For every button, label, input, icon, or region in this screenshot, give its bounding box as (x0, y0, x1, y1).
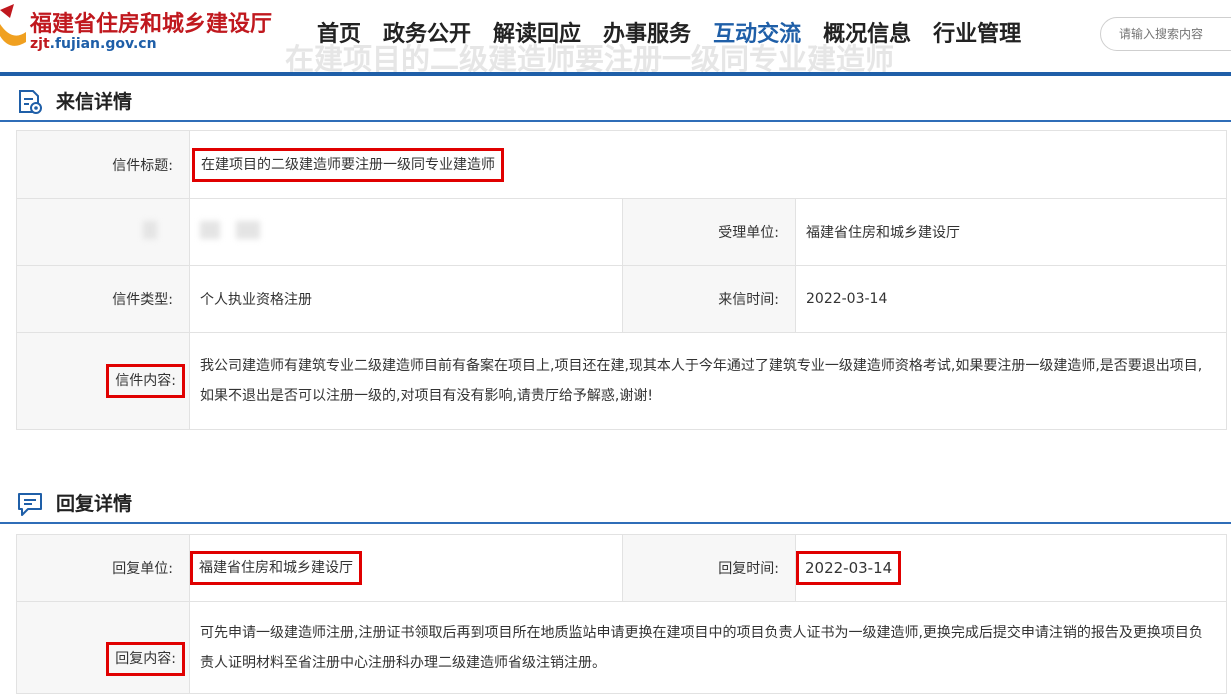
letter-content-label-cell: 信件内容: (16, 332, 190, 430)
reply-unit-cell: 福建省住房和城乡建设厅 (189, 534, 623, 602)
reply-table: 回复单位: 福建省住房和城乡建设厅 回复时间: 2022-03-14 回复内容:… (16, 534, 1227, 694)
redacted-text (236, 221, 260, 239)
site-name[interactable]: 福建省住房和城乡建设厅 (30, 6, 272, 38)
letter-content-cell: 我公司建造师有建筑专业二级建造师目前有备案在项目上,项目还在建,现其本人于今年通… (189, 332, 1227, 430)
redacted-text (200, 221, 220, 239)
main-nav: 首页 政务公开 解读回应 办事服务 互动交流 概况信息 行业管理 (317, 18, 1043, 52)
header-divider (0, 72, 1231, 76)
letter-table: 信件标题: 在建项目的二级建造师要注册一级同专业建造师 受理单位: 福建省住房和… (16, 130, 1227, 430)
redacted-text (143, 221, 157, 239)
sender-value-redacted (189, 198, 623, 266)
letter-unit-row: 受理单位: 福建省住房和城乡建设厅 (16, 198, 1227, 266)
letter-content-value: 我公司建造师有建筑专业二级建造师目前有备案在项目上,项目还在建,现其本人于今年通… (200, 358, 1203, 404)
letter-type-row: 信件类型: 个人执业资格注册 来信时间: 2022-03-14 (16, 265, 1227, 333)
site-url-prefix: zjt (30, 36, 50, 52)
reply-unit-value: 福建省住房和城乡建设厅 (190, 551, 362, 585)
reply-time-cell: 2022-03-14 (795, 534, 1227, 602)
reply-unit-row: 回复单位: 福建省住房和城乡建设厅 回复时间: 2022-03-14 (16, 534, 1227, 602)
nav-interaction[interactable]: 互动交流 (713, 18, 801, 52)
reply-content-row: 回复内容: 可先申请一级建造师注册,注册证书领取后再到项目所在地质监站申请更换在… (16, 601, 1227, 694)
site-url-suffix: .fujian.gov.cn (49, 36, 157, 52)
reply-section-title: 回复详情 (56, 493, 133, 515)
letter-content-label: 信件内容: (106, 364, 185, 398)
reply-content-cell: 可先申请一级建造师注册,注册证书领取后再到项目所在地质监站申请更换在建项目中的项… (189, 601, 1227, 694)
logo-mark-icon[interactable] (0, 2, 26, 48)
letter-detail-icon (19, 90, 42, 114)
unit-label: 受理单位: (622, 198, 796, 266)
site-header: 福建省住房和城乡建设厅 zjt.fujian.gov.cn 在建项目的二级建造师… (0, 0, 1231, 76)
letter-time-value: 2022-03-14 (795, 265, 1227, 333)
letter-type-label: 信件类型: (16, 265, 190, 333)
nav-services[interactable]: 办事服务 (603, 18, 691, 52)
reply-content-value: 可先申请一级建造师注册,注册证书领取后再到项目所在地质监站申请更换在建项目中的项… (200, 624, 1203, 671)
letter-title-cell: 在建项目的二级建造师要注册一级同专业建造师 (189, 130, 1227, 199)
reply-content-label: 回复内容: (106, 641, 185, 676)
reply-content-label-cell: 回复内容: (16, 601, 190, 694)
site-url[interactable]: zjt.fujian.gov.cn (30, 36, 157, 52)
unit-value: 福建省住房和城乡建设厅 (795, 198, 1227, 266)
nav-overview[interactable]: 概况信息 (823, 18, 911, 52)
search-input[interactable] (1100, 17, 1231, 51)
letter-title-label: 信件标题: (16, 130, 190, 199)
reply-detail-icon (18, 493, 42, 516)
reply-unit-label: 回复单位: (16, 534, 190, 602)
letter-title-value: 在建项目的二级建造师要注册一级同专业建造师 (192, 147, 504, 182)
nav-gov-affairs[interactable]: 政务公开 (383, 18, 471, 52)
reply-time-label: 回复时间: (622, 534, 796, 602)
reply-section-header: 回复详情 (0, 480, 1231, 524)
letter-section-header: 来信详情 (0, 78, 1231, 122)
nav-home[interactable]: 首页 (317, 18, 361, 52)
letter-title-row: 信件标题: 在建项目的二级建造师要注册一级同专业建造师 (16, 130, 1227, 199)
reply-time-value: 2022-03-14 (796, 551, 902, 585)
reply-section-rule (0, 522, 1231, 524)
letter-section-rule (0, 120, 1231, 122)
letter-section-title: 来信详情 (56, 91, 133, 113)
letter-content-row: 信件内容: 我公司建造师有建筑专业二级建造师目前有备案在项目上,项目还在建,现其… (16, 332, 1227, 430)
letter-time-label: 来信时间: (622, 265, 796, 333)
letter-type-value: 个人执业资格注册 (189, 265, 623, 333)
sender-label-redacted (16, 198, 190, 266)
nav-industry[interactable]: 行业管理 (933, 18, 1021, 52)
nav-interpretation[interactable]: 解读回应 (493, 18, 581, 52)
